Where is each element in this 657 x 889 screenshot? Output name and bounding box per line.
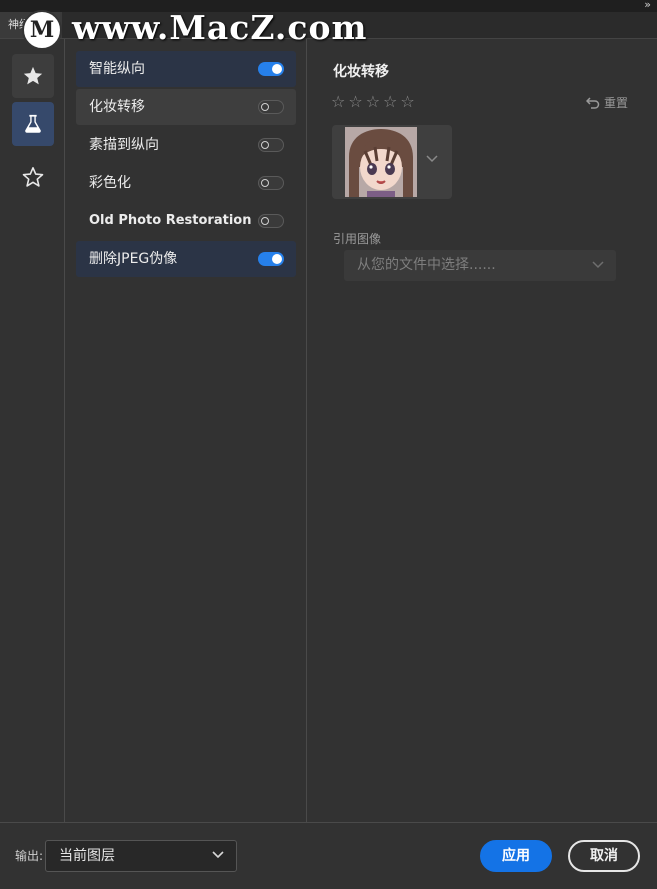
- nav-wait-list[interactable]: [12, 155, 54, 199]
- filter-detail-panel: 化妆转移 ☆ ☆ ☆ ☆ ☆ 重置 引用图像 从您的文件中选择......: [308, 39, 657, 822]
- output-value: 当前图层: [59, 848, 115, 864]
- filter-toggle[interactable]: [258, 176, 284, 190]
- reference-image-select[interactable]: 从您的文件中选择......: [344, 250, 616, 281]
- chevron-down-icon: [426, 155, 438, 163]
- filter-toggle[interactable]: [258, 138, 284, 152]
- filter-item-label: 彩色化: [89, 175, 131, 191]
- rating-stars: ☆ ☆ ☆ ☆ ☆: [331, 93, 415, 111]
- star-outline-icon: [22, 167, 44, 187]
- undo-icon: [586, 96, 600, 109]
- category-rail: [0, 39, 65, 822]
- filter-item-smart-portrait[interactable]: 智能纵向: [76, 51, 296, 87]
- filter-toggle[interactable]: [258, 214, 284, 228]
- filter-item-label: 化妆转移: [89, 99, 145, 115]
- panel-footer: 输出: 当前图层 应用 取消: [0, 822, 657, 889]
- filter-title: 化妆转移: [333, 64, 389, 80]
- rating-star-icon[interactable]: ☆: [331, 93, 345, 111]
- anime-portrait-thumbnail: [345, 127, 417, 197]
- nav-beta-filters[interactable]: [12, 102, 54, 146]
- filter-item-jpeg-artifact-removal[interactable]: 删除JPEG伪像: [76, 241, 296, 277]
- reset-label: 重置: [604, 96, 629, 110]
- apply-button[interactable]: 应用: [480, 840, 552, 872]
- nav-featured-filters[interactable]: [12, 54, 54, 98]
- rating-star-icon[interactable]: ☆: [348, 93, 362, 111]
- filter-item-sketch-to-portrait[interactable]: 素描到纵向: [76, 127, 296, 163]
- star-filled-icon: [23, 66, 43, 85]
- filter-item-label: Old Photo Restoration: [89, 213, 252, 228]
- output-select[interactable]: 当前图层: [45, 840, 237, 872]
- filter-item-colorize[interactable]: 彩色化: [76, 165, 296, 201]
- reference-thumbnail: [345, 127, 417, 197]
- filter-item-makeup-transfer[interactable]: 化妆转移: [76, 89, 296, 125]
- filter-toggle[interactable]: [258, 100, 284, 114]
- filter-toggle[interactable]: [258, 62, 284, 76]
- output-label: 输出:: [15, 849, 44, 863]
- rating-star-icon[interactable]: ☆: [383, 93, 397, 111]
- reference-image-placeholder: 从您的文件中选择......: [357, 257, 496, 273]
- reference-style-picker[interactable]: [332, 125, 452, 199]
- chevron-down-icon: [592, 261, 604, 269]
- filter-item-label: 智能纵向: [89, 61, 145, 77]
- filter-item-label: 删除JPEG伪像: [89, 251, 178, 267]
- collapse-panel-icon[interactable]: »: [644, 0, 651, 11]
- filter-list: 智能纵向 化妆转移 素描到纵向 彩色化 Old Photo Restoratio…: [66, 39, 307, 822]
- chevron-down-icon: [212, 851, 224, 859]
- cancel-button[interactable]: 取消: [568, 840, 640, 872]
- rating-star-icon[interactable]: ☆: [400, 93, 414, 111]
- filter-item-old-photo-restoration[interactable]: Old Photo Restoration: [76, 203, 296, 239]
- reset-button[interactable]: 重置: [586, 94, 628, 111]
- filter-item-label: 素描到纵向: [89, 137, 159, 153]
- filter-toggle[interactable]: [258, 252, 284, 266]
- rating-star-icon[interactable]: ☆: [366, 93, 380, 111]
- flask-icon: [25, 114, 41, 133]
- reference-image-label: 引用图像: [333, 232, 382, 246]
